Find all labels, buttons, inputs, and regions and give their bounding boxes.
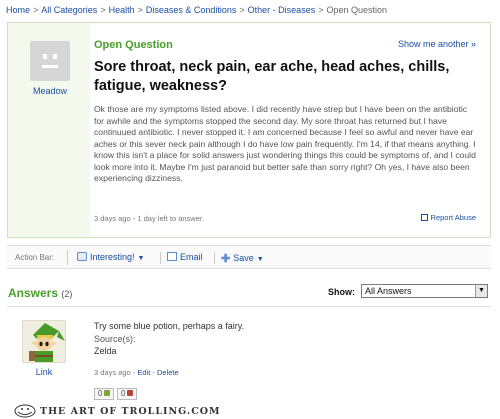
answer-text: Try some blue potion, perhaps a fairy.: [94, 321, 245, 331]
report-abuse-link[interactable]: Report Abuse: [420, 213, 476, 222]
report-abuse-label: Report Abuse: [430, 213, 476, 222]
breadcrumb-current: Open Question: [326, 5, 388, 15]
email-button[interactable]: Email: [167, 252, 203, 262]
answers-count: (2): [61, 289, 73, 299]
breadcrumb-health[interactable]: Health: [109, 5, 135, 15]
breadcrumb-separator: >: [239, 5, 245, 15]
action-bar-divider: [67, 250, 68, 265]
answers-heading-label: Answers: [8, 286, 59, 300]
breadcrumb-separator: >: [100, 5, 106, 15]
save-button[interactable]: ✚ Save ▼: [221, 252, 264, 265]
delete-link[interactable]: Delete: [157, 368, 179, 377]
asker-avatar[interactable]: [30, 41, 70, 81]
answers-divider: [7, 306, 491, 307]
thumbs-up-icon: [104, 390, 111, 396]
answer-timestamp: 3 days ago -: [94, 368, 138, 377]
email-label: Email: [180, 252, 203, 262]
answer-meta-separator: -: [150, 368, 157, 377]
star-icon: [77, 252, 87, 261]
breadcrumb-all-categories[interactable]: All Categories: [41, 5, 97, 15]
breadcrumb-separator: >: [33, 5, 39, 15]
avatar-eye: [53, 54, 57, 59]
breadcrumb-separator: >: [137, 5, 143, 15]
action-bar: Action Bar: Interesting! ▼ Email ✚ Save ▼: [7, 245, 491, 269]
answer-meta: 3 days ago - Edit - Delete: [94, 368, 179, 377]
plus-icon: ✚: [221, 253, 231, 265]
interesting-label: Interesting!: [90, 252, 135, 262]
chevron-down-icon: ▼: [137, 255, 145, 262]
breadcrumb-other-diseases[interactable]: Other - Diseases: [248, 5, 316, 15]
thumbs-up-count: 0: [98, 389, 103, 398]
question-status: Open Question: [94, 39, 173, 51]
show-filter-value: All Answers: [365, 286, 412, 296]
breadcrumb: Home > All Categories > Health > Diseases & Co…: [6, 5, 387, 15]
thumbs-down-icon: [127, 390, 134, 396]
envelope-icon: [167, 252, 177, 261]
asker-name[interactable]: Meadow: [16, 86, 84, 96]
breadcrumb-home[interactable]: Home: [6, 5, 30, 15]
thumbs-down-count: 0: [121, 389, 126, 398]
question-panel: Meadow Open Question Show me another » S…: [7, 22, 491, 238]
answer-source-label: Source(s):: [94, 334, 136, 344]
action-bar-label: Action Bar:: [15, 253, 55, 262]
trollface-logo-icon: [14, 404, 36, 418]
answer-source: Zelda: [94, 346, 117, 356]
answerer-name[interactable]: Link: [8, 367, 80, 377]
answerer-avatar[interactable]: [22, 320, 66, 363]
show-filter-select[interactable]: All Answers ▼: [361, 284, 488, 298]
edit-link[interactable]: Edit: [137, 368, 150, 377]
action-bar-divider: [214, 252, 215, 264]
answers-heading: Answers (2): [8, 286, 72, 300]
chevron-down-icon: ▼: [256, 256, 264, 263]
action-bar-divider: [160, 252, 161, 264]
flag-icon: [420, 214, 428, 221]
interesting-button[interactable]: Interesting! ▼: [77, 252, 144, 262]
watermark-text: THE ART OF TROLLING.COM: [40, 406, 221, 417]
save-label: Save: [233, 253, 254, 263]
breadcrumb-diseases-conditions[interactable]: Diseases & Conditions: [146, 5, 237, 15]
avatar-eye: [43, 54, 47, 59]
question-details: Ok those are my symptoms listed above. I…: [94, 104, 476, 183]
question-meta: 3 days ago - 1 day left to answer.: [94, 214, 205, 223]
breadcrumb-separator: >: [318, 5, 324, 15]
thumbs-down-button[interactable]: 0: [117, 388, 138, 400]
question-title: Sore throat, neck pain, ear ache, head a…: [94, 59, 450, 94]
chevron-down-icon[interactable]: ▼: [475, 285, 487, 297]
thumbs-up-button[interactable]: 0: [94, 388, 115, 400]
link-avatar-image: [29, 323, 65, 362]
show-filter-label: Show:: [328, 287, 355, 297]
show-me-another-link[interactable]: Show me another »: [398, 39, 476, 49]
avatar-mouth: [42, 65, 58, 68]
